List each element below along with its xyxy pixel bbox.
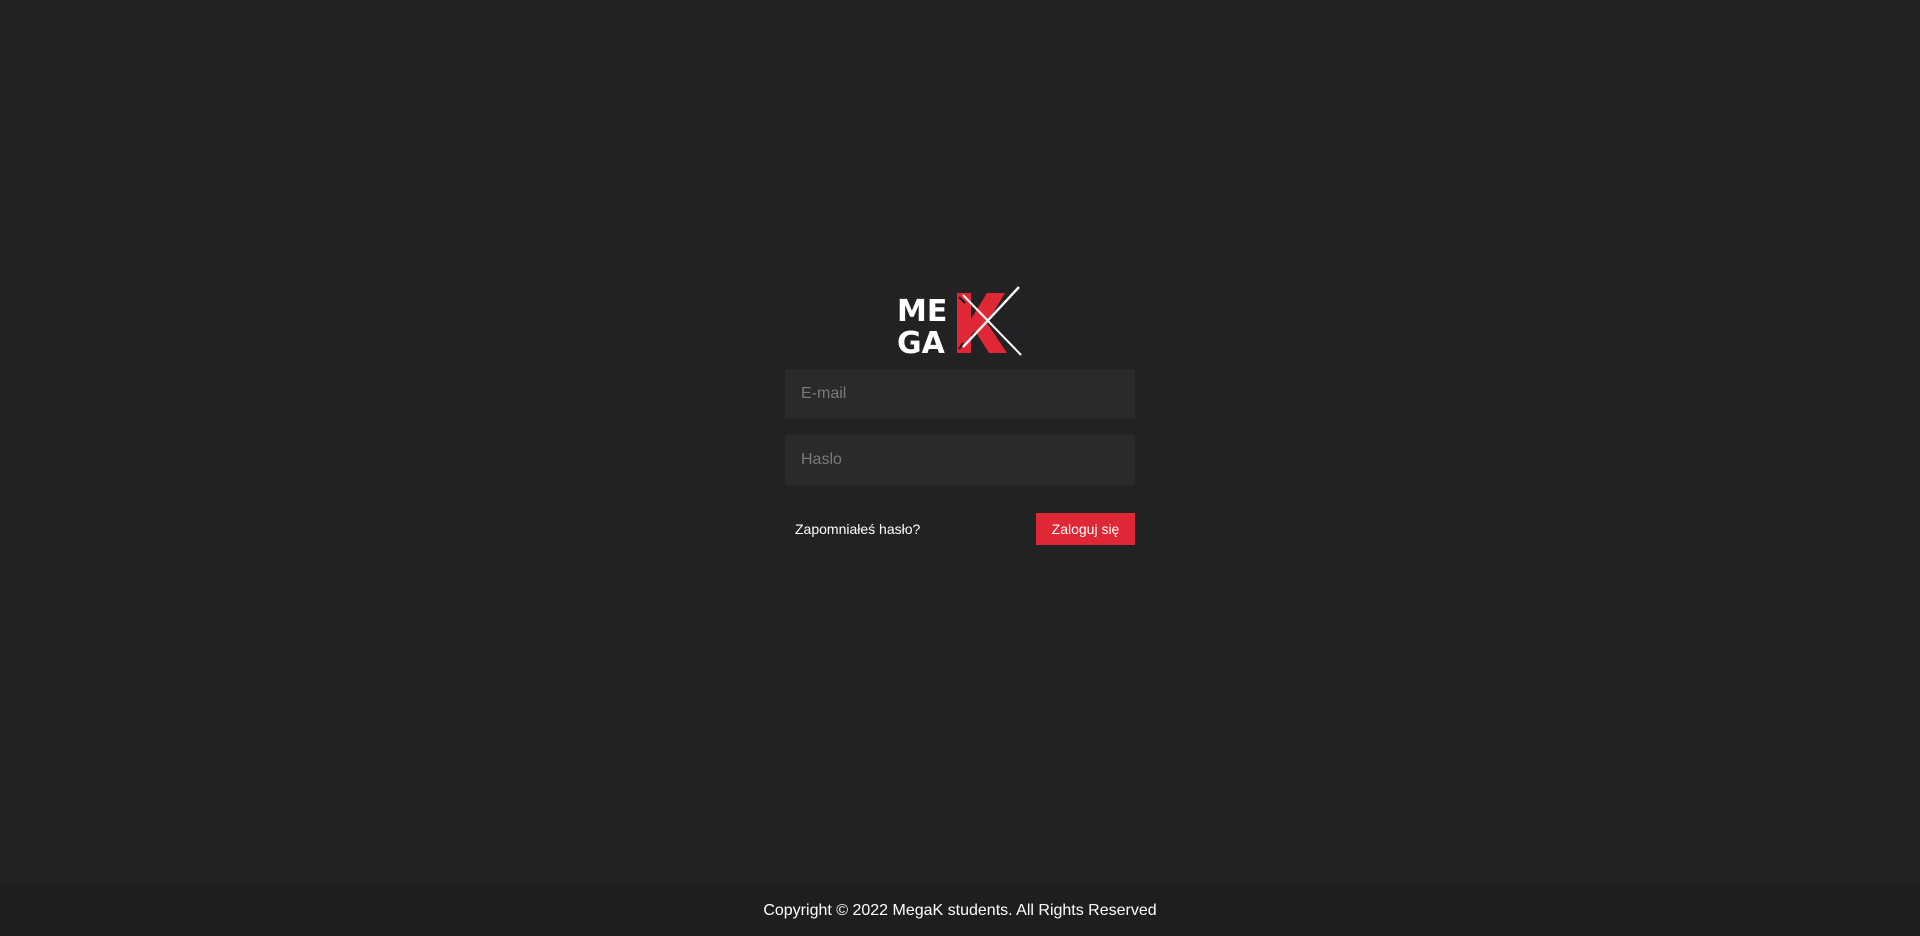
password-input[interactable] bbox=[785, 435, 1135, 485]
megak-logo: ME GA bbox=[897, 286, 1022, 361]
login-page: ME GA Zapomniałeś hasło? Zaloguj się Cop… bbox=[0, 0, 1920, 936]
logo-text-top: ME bbox=[897, 294, 947, 329]
forgot-password-link[interactable]: Zapomniałeś hasło? bbox=[785, 521, 920, 537]
logo-text-bottom: GA bbox=[897, 326, 946, 361]
copyright-text: Copyright © 2022 MegaK students. All Rig… bbox=[763, 902, 1157, 919]
logo-container: ME GA bbox=[785, 283, 1135, 369]
login-button[interactable]: Zaloguj się bbox=[1036, 513, 1135, 545]
login-form: ME GA Zapomniałeś hasło? Zaloguj się bbox=[785, 283, 1135, 545]
email-input[interactable] bbox=[785, 369, 1135, 419]
footer: Copyright © 2022 MegaK students. All Rig… bbox=[0, 886, 1920, 936]
form-actions: Zapomniałeś hasło? Zaloguj się bbox=[785, 513, 1135, 545]
